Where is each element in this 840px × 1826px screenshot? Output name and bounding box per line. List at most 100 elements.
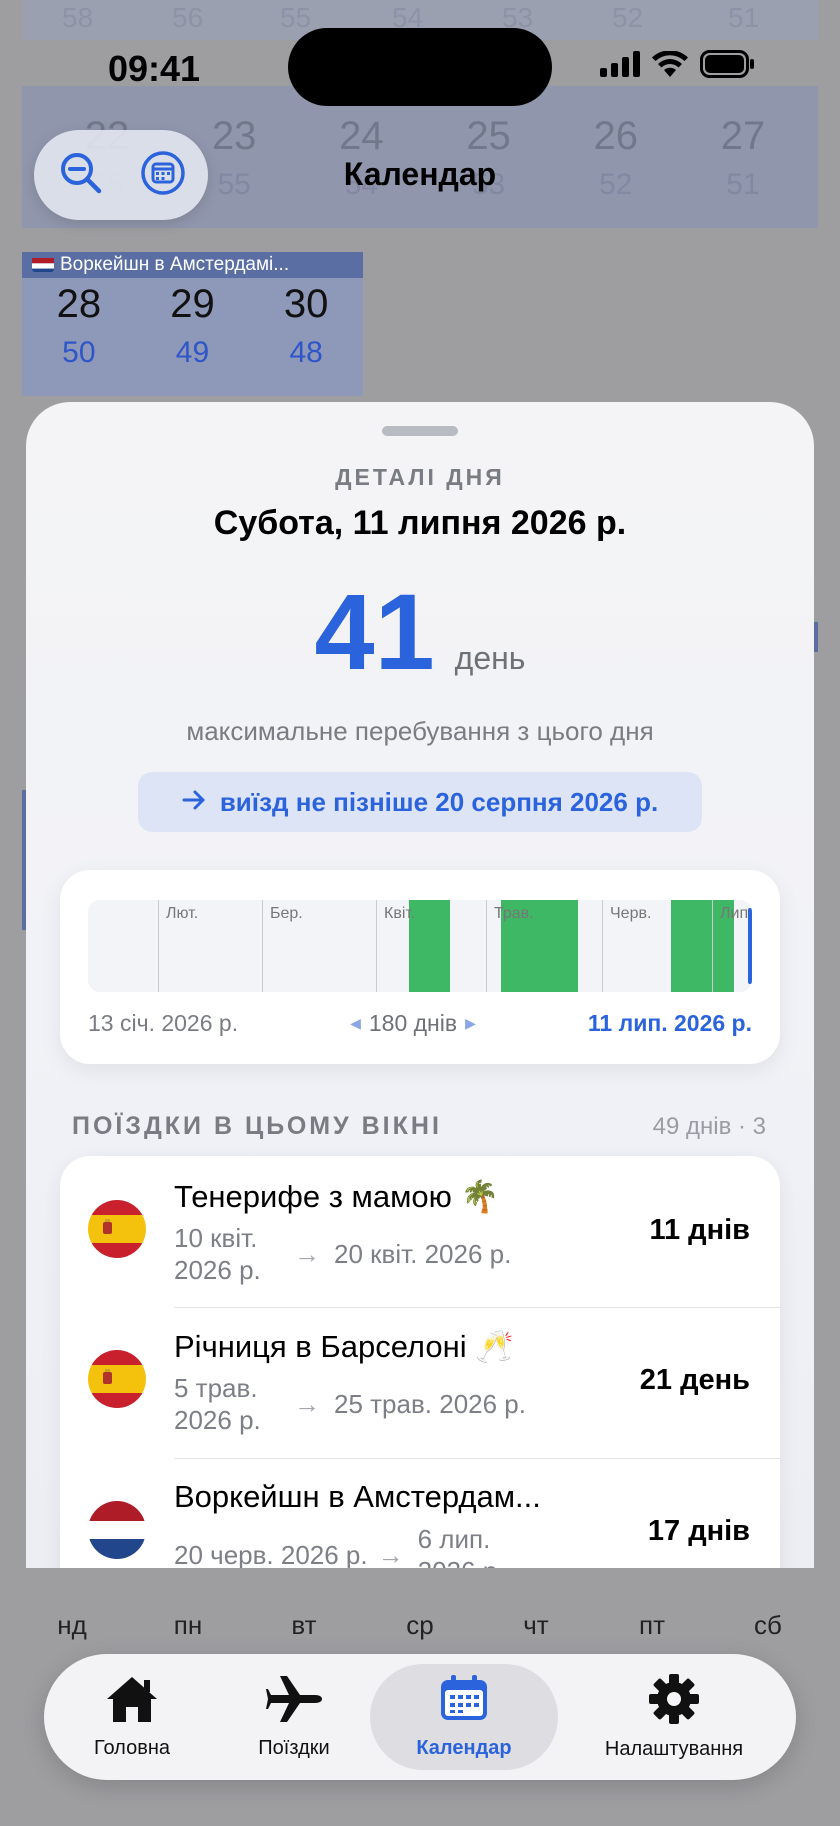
month-label: Лип [720, 905, 749, 922]
home-icon [104, 1674, 160, 1729]
month-label: Лют. [166, 905, 199, 922]
triangle-left-icon: ◀ [350, 1015, 361, 1031]
max-stay-unit: день [454, 640, 526, 676]
trip-row[interactable]: Річниця в Барселоні 🥂 5 трав. 2026 р. → … [60, 1308, 780, 1458]
day-number[interactable]: 25 [454, 114, 524, 159]
trip-dates: 20 черв. 2026 р. → 6 лип. 2026 р. [174, 1523, 528, 1568]
tab-trips[interactable]: Поїздки [224, 1664, 364, 1770]
max-stay-caption: максимальне перебування з цього дня [186, 716, 654, 746]
trip-row[interactable]: Тенерифе з мамою 🌴 10 квіт. 2026 р. → 20… [60, 1156, 780, 1306]
selected-date: Субота, 11 липня 2026 р. [213, 504, 627, 542]
triangle-right-icon: ▶ [465, 1015, 476, 1031]
window-start-label: 13 січ. 2026 р. [88, 1010, 239, 1036]
gear-icon [648, 1673, 700, 1730]
day-number[interactable]: 23 [199, 114, 269, 159]
airplane-icon [266, 1674, 322, 1729]
window-length-label: 180 днів [368, 1010, 458, 1036]
day-details-sheet: ДЕТАЛІ ДНЯ Субота, 11 липня 2026 р. 41 д… [26, 402, 814, 1568]
tab-bar: Головна Поїздки Календар Налаштування [44, 1654, 796, 1780]
trip-start: 10 квіт. 2026 р. [174, 1223, 261, 1285]
month-label: Квіт. [384, 905, 416, 922]
calendar-trip-week[interactable]: Воркейшн в Амстердамі... 28 29 30 50 49 … [22, 252, 363, 396]
week-number: 52 [612, 2, 644, 33]
dynamic-island [288, 28, 552, 106]
day-number[interactable]: 28 [34, 282, 124, 327]
window-timeline-card: Лют. Бер. Квіт. Трав. Черв. Лип 13 січ. … [60, 870, 780, 1064]
max-stay-display: 41 день [26, 578, 814, 686]
trip-end: 20 квіт. 2026 р. [334, 1239, 512, 1269]
calendar-icon [438, 1674, 490, 1729]
trip-duration: 21 день [639, 1364, 750, 1396]
week-number: 58 [62, 2, 94, 33]
weekday-label: вт [291, 1610, 317, 1640]
day-number[interactable]: 29 [147, 282, 237, 327]
sheet-grabber[interactable] [382, 426, 458, 436]
week-number: 56 [172, 2, 204, 33]
tab-home[interactable]: Головна [62, 1664, 202, 1770]
trip-edge-marker [814, 622, 818, 652]
exit-deadline-label: виїзд не пізніше 20 серпня 2026 р. [219, 786, 659, 817]
trip-duration: 11 днів [649, 1214, 750, 1246]
trips-section-title: ПОЇЗДКИ В ЦЬОМУ ВІКНІ [72, 1112, 442, 1140]
window-length: ◀ 180 днів ▶ [350, 1010, 476, 1037]
weekday-label: пн [173, 1610, 203, 1640]
weekday-label: сб [754, 1610, 782, 1640]
month-label: Бер. [270, 905, 303, 922]
trips-list: Тенерифе з мамою 🌴 10 квіт. 2026 р. → 20… [60, 1156, 780, 1568]
trip-end: 6 лип. 2026 р. [417, 1524, 505, 1568]
sheet-eyebrow: ДЕТАЛІ ДНЯ [335, 464, 505, 490]
tab-label: Календар [416, 1737, 512, 1759]
trip-name: Річниця в Барселоні 🥂 [174, 1329, 514, 1364]
window-timeline: Лют. Бер. Квіт. Трав. Черв. Лип [88, 900, 752, 992]
day-number[interactable]: 26 [581, 114, 651, 159]
battery-icon [700, 50, 756, 83]
max-stay-days: 41 [314, 571, 435, 692]
trip-duration: 17 днів [647, 1515, 750, 1547]
weekday-label: ср [406, 1610, 434, 1640]
timeline-footer: 13 січ. 2026 р. ◀ 180 днів ▶ 11 лип. 202… [88, 1010, 752, 1037]
page-title: Календар [343, 156, 497, 192]
trip-banner[interactable]: Воркейшн в Амстердамі... [22, 252, 363, 278]
stay-count: 48 [289, 336, 323, 369]
status-icons [600, 50, 756, 83]
day-number[interactable]: 27 [708, 114, 778, 159]
today-marker [748, 908, 752, 984]
exit-deadline-pill: виїзд не пізніше 20 серпня 2026 р. [138, 772, 702, 832]
weekday-label: пт [639, 1610, 665, 1640]
spain-flag-icon [88, 1200, 146, 1258]
arrow-right-icon: → [377, 1539, 404, 1569]
stay-count: 49 [175, 336, 210, 369]
wifi-icon [652, 50, 688, 82]
trips-section-meta: 49 днів · 3 [652, 1113, 766, 1140]
tab-settings[interactable]: Налаштування [574, 1664, 774, 1770]
day-number[interactable]: 30 [261, 282, 351, 327]
day-number[interactable]: 24 [326, 114, 396, 159]
tab-label: Налаштування [604, 1738, 744, 1760]
cellular-signal-icon [600, 51, 640, 82]
netherlands-flag-icon [32, 256, 54, 272]
netherlands-flag-icon [88, 1501, 146, 1559]
month-label: Черв. [610, 905, 652, 922]
trip-start: 20 черв. 2026 р. [174, 1540, 368, 1568]
status-time: 09:41 [108, 48, 201, 89]
window-end-label: 11 лип. 2026 р. [587, 1010, 752, 1036]
week-number: 51 [728, 2, 760, 33]
trip-dates: 5 трав. 2026 р. → 25 трав. 2026 р. [174, 1372, 526, 1436]
trip-start: 5 трав. 2026 р. [174, 1373, 261, 1435]
trip-end: 25 трав. 2026 р. [334, 1389, 526, 1419]
weekday-label: чт [523, 1610, 549, 1640]
trip-dates: 10 квіт. 2026 р. → 20 квіт. 2026 р. [174, 1222, 511, 1286]
tab-calendar[interactable]: Календар [370, 1664, 558, 1770]
month-label: Трав. [494, 905, 534, 922]
arrow-right-icon [182, 787, 206, 818]
stay-count: 50 [62, 336, 96, 369]
weekday-header: нд пн вт ср чт пт сб [22, 1610, 818, 1641]
tab-label: Головна [94, 1737, 170, 1759]
trips-section-header: ПОЇЗДКИ В ЦЬОМУ ВІКНІ 49 днів · 3 [72, 1112, 766, 1141]
week-number: 55 [280, 2, 312, 33]
trip-name: Воркейшн в Амстердам... [174, 1479, 541, 1514]
trip-row[interactable]: Воркейшн в Амстердам... 20 черв. 2026 р.… [60, 1459, 780, 1568]
weekday-label: нд [57, 1610, 87, 1640]
trip-name: Тенерифе з мамою 🌴 [174, 1179, 500, 1214]
arrow-right-icon: → [294, 1388, 320, 1419]
